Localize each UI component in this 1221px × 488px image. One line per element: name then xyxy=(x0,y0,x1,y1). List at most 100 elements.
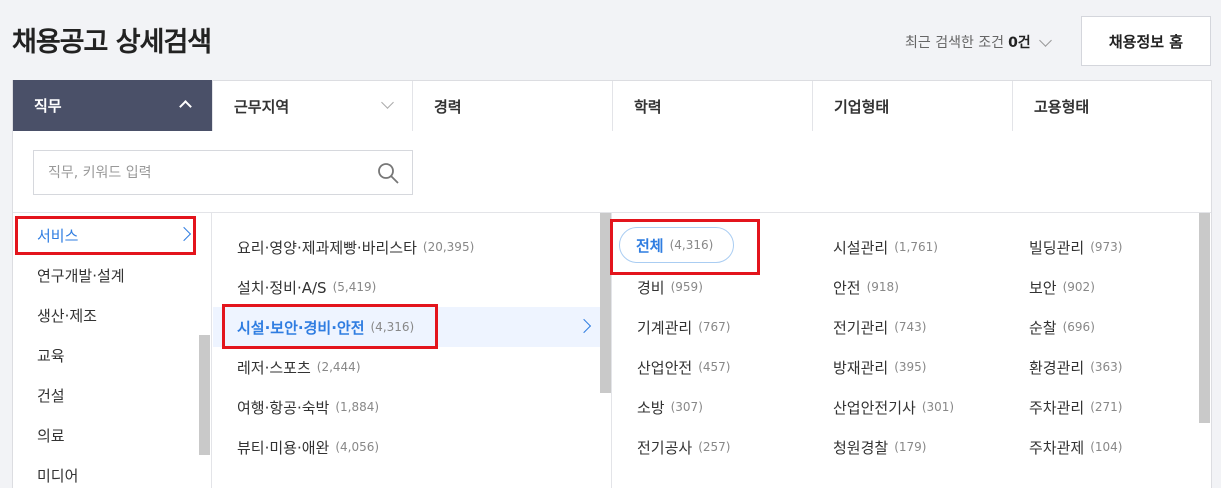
tab-employment-type[interactable]: 고용형태 xyxy=(1013,81,1211,131)
tab-label: 직무 xyxy=(34,97,62,115)
job-label: 청원경찰 xyxy=(833,438,889,457)
subcategory-label: 여행·항공·숙박 xyxy=(237,398,330,417)
job-label: 전기관리 xyxy=(833,318,889,337)
job-label: 산업안전 xyxy=(637,358,693,377)
category-label: 교육 xyxy=(37,346,65,365)
job-item[interactable]: 산업안전기사 (301) xyxy=(833,387,954,427)
tab-experience[interactable]: 경력 xyxy=(413,81,613,131)
category-label: 미디어 xyxy=(37,466,79,485)
recent-search-label: 최근 검색한 조건 xyxy=(905,35,1005,51)
subcategory-label: 뷰티·미용·애완 xyxy=(237,438,330,457)
tab-location[interactable]: 근무지역 xyxy=(213,81,413,131)
subcategory-count: (1,884) xyxy=(335,400,380,414)
subcategory-label: 레저·스포츠 xyxy=(237,358,311,377)
subcategory-item[interactable]: 여행·항공·숙박 (1,884) xyxy=(213,387,601,427)
category-scrollbar[interactable] xyxy=(199,335,210,455)
job-filter-panel: 서비스 연구개발·설계 생산·제조 교육 건설 의료 미디어 요리·영양·제과제… xyxy=(12,131,1212,488)
category-item-education[interactable]: 교육 xyxy=(13,335,197,375)
category-label: 생산·제조 xyxy=(37,306,97,325)
job-item[interactable]: 경비 (959) xyxy=(637,267,703,307)
job-item[interactable]: 전기관리 (743) xyxy=(833,307,926,347)
job-count: (973) xyxy=(1090,240,1123,254)
job-label: 기계관리 xyxy=(637,318,693,337)
subcategory-label: 시설·보안·경비·안전 xyxy=(237,318,365,337)
job-count: (959) xyxy=(670,280,703,294)
job-count: (363) xyxy=(1090,360,1123,374)
filter-tabs: 직무 근무지역 경력 학력 기업형태 고용형태 xyxy=(12,80,1212,131)
job-label: 경비 xyxy=(637,278,665,297)
job-item[interactable]: 소방 (307) xyxy=(637,387,703,427)
tab-label: 학력 xyxy=(634,97,662,116)
job-item[interactable]: 전기공사 (257) xyxy=(637,427,730,467)
job-count: (767) xyxy=(698,320,731,334)
category-item-medical[interactable]: 의료 xyxy=(13,415,197,455)
subcategory-count: (5,419) xyxy=(332,280,377,294)
category-item-service[interactable]: 서비스 xyxy=(13,215,197,255)
job-all-chip[interactable]: 전체 (4,316) xyxy=(619,227,734,263)
subcategory-item[interactable]: 설치·정비·A/S (5,419) xyxy=(213,267,601,307)
category-label: 의료 xyxy=(37,426,65,445)
tab-label: 고용형태 xyxy=(1034,97,1090,116)
job-item[interactable]: 주차관제 (104) xyxy=(1029,427,1122,467)
chevron-up-icon xyxy=(179,100,192,113)
job-label: 순찰 xyxy=(1029,318,1057,337)
subcategory-item[interactable]: 뷰티·미용·애완 (4,056) xyxy=(213,427,601,467)
job-count: (1,761) xyxy=(894,240,938,254)
job-label: 시설관리 xyxy=(833,238,889,257)
tab-education[interactable]: 학력 xyxy=(613,81,813,131)
subcategory-item[interactable]: 레저·스포츠 (2,444) xyxy=(213,347,601,387)
subcategory-item[interactable]: 요리·영양·제과제빵·바리스타 (20,395) xyxy=(213,227,601,267)
job-label: 주차관리 xyxy=(1029,398,1085,417)
job-item[interactable]: 순찰 (696) xyxy=(1029,307,1095,347)
subcategory-count: (4,056) xyxy=(335,440,380,454)
job-count: (4,316) xyxy=(669,238,714,252)
job-count: (271) xyxy=(1090,400,1123,414)
job-count: (395) xyxy=(894,360,927,374)
category-item-manufacturing[interactable]: 생산·제조 xyxy=(13,295,197,335)
subcategory-list: 요리·영양·제과제빵·바리스타 (20,395) 설치·정비·A/S (5,419)… xyxy=(213,213,612,488)
job-list-scrollbar[interactable] xyxy=(1199,213,1210,423)
tab-company-type[interactable]: 기업형태 xyxy=(813,81,1013,131)
job-count: (104) xyxy=(1090,440,1123,454)
job-label: 환경관리 xyxy=(1029,358,1085,377)
search-icon[interactable] xyxy=(376,161,400,185)
subcategory-count: (20,395) xyxy=(422,240,475,254)
job-item[interactable]: 시설관리 (1,761) xyxy=(833,227,938,267)
job-item[interactable]: 안전 (918) xyxy=(833,267,899,307)
category-label: 연구개발·설계 xyxy=(37,266,125,285)
subcategory-count: (4,316) xyxy=(370,320,415,334)
job-item[interactable]: 빌딩관리 (973) xyxy=(1029,227,1122,267)
job-label: 안전 xyxy=(833,278,861,297)
job-item[interactable]: 청원경찰 (179) xyxy=(833,427,926,467)
job-count: (179) xyxy=(894,440,927,454)
job-item[interactable]: 기계관리 (767) xyxy=(637,307,730,347)
subcategory-item-facility-security[interactable]: 시설·보안·경비·안전 (4,316) xyxy=(213,307,601,347)
tab-job[interactable]: 직무 xyxy=(13,80,213,131)
subcategory-label: 설치·정비·A/S xyxy=(237,278,327,297)
job-item[interactable]: 방재관리 (395) xyxy=(833,347,926,387)
job-count: (301) xyxy=(921,400,955,414)
job-label: 빌딩관리 xyxy=(1029,238,1085,257)
subcategory-scrollbar[interactable] xyxy=(600,213,611,393)
job-search-input[interactable] xyxy=(34,151,354,194)
job-label: 전체 xyxy=(636,236,664,255)
chevron-down-icon xyxy=(1038,33,1052,47)
category-item-construction[interactable]: 건설 xyxy=(13,375,197,415)
job-label: 산업안전기사 xyxy=(833,398,916,417)
job-count: (743) xyxy=(894,320,927,334)
job-item[interactable]: 산업안전 (457) xyxy=(637,347,730,387)
job-count: (696) xyxy=(1062,320,1095,334)
job-count: (457) xyxy=(698,360,731,374)
job-label: 방재관리 xyxy=(833,358,889,377)
chevron-right-icon xyxy=(576,318,592,334)
job-item[interactable]: 주차관리 (271) xyxy=(1029,387,1122,427)
recent-search-count: 0건 xyxy=(1008,35,1031,51)
job-item[interactable]: 보안 (902) xyxy=(1029,267,1095,307)
category-item-rnd[interactable]: 연구개발·설계 xyxy=(13,255,197,295)
job-item[interactable]: 환경관리 (363) xyxy=(1029,347,1122,387)
category-item-media[interactable]: 미디어 xyxy=(13,455,197,488)
job-label: 보안 xyxy=(1029,278,1057,297)
category-list: 서비스 연구개발·설계 생산·제조 교육 건설 의료 미디어 xyxy=(13,213,212,488)
job-info-home-button[interactable]: 채용정보 홈 xyxy=(1081,16,1211,66)
recent-search-dropdown[interactable]: 최근 검색한 조건 0건 xyxy=(905,32,1052,52)
